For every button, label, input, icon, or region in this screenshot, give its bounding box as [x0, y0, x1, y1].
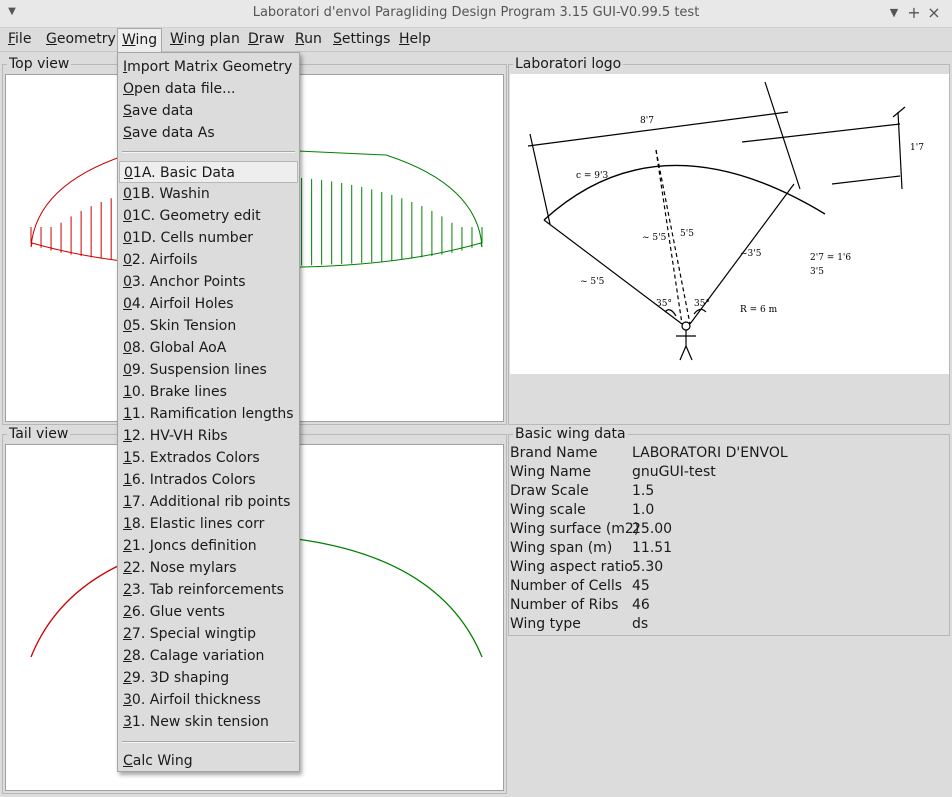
menu-item-12-hv-vh-ribs[interactable]: 12. HV-VH Ribs	[119, 425, 298, 447]
menu-item-21-joncs-definition[interactable]: 21. Joncs definition	[119, 535, 298, 557]
menu-item-save-data[interactable]: Save data	[119, 100, 298, 122]
menu-item-29-3d-shaping[interactable]: 29. 3D shaping	[119, 667, 298, 689]
menu-item-import-matrix-geometry[interactable]: Import Matrix Geometry	[119, 56, 298, 78]
data-row: Number of Cells 45	[510, 578, 650, 594]
close-icon[interactable]: ×	[924, 3, 944, 23]
menu-settings[interactable]: Settings	[329, 28, 394, 52]
menu-item-10-brake-lines[interactable]: 10. Brake lines	[119, 381, 298, 403]
menu-item-31-new-skin-tension[interactable]: 31. New skin tension	[119, 711, 298, 733]
menu-item-01a-basic-data[interactable]: 01A. Basic Data	[119, 161, 298, 183]
menu-run[interactable]: Run	[291, 28, 326, 52]
menu-item-calc-wing[interactable]: Calc Wing	[119, 750, 298, 772]
menu-item-11-ramification-lengths[interactable]: 11. Ramification lengths	[119, 403, 298, 425]
data-row: Wing surface (m2) 25.00	[510, 521, 673, 537]
menu-item-22-nose-mylars[interactable]: 22. Nose mylars	[119, 557, 298, 579]
menu-geometry[interactable]: Geometry	[42, 28, 120, 52]
menu-item-16-intrados-colors[interactable]: 16. Intrados Colors	[119, 469, 298, 491]
menu-item-03-anchor-points[interactable]: 03. Anchor Points	[119, 271, 298, 293]
logo-panel: Laboratori logo 8'7 c = 9'3 1'7 2'7 = 1'…	[508, 56, 950, 425]
menu-item-27-special-wingtip[interactable]: 27. Special wingtip	[119, 623, 298, 645]
title-bar: ▼ Laboratori d'envol Paragliding Design …	[0, 0, 952, 28]
menu-item-01c-geometry-edit[interactable]: 01C. Geometry edit	[119, 205, 298, 227]
menu-bar: File Geometry Wing Wing plan Draw Run Se…	[0, 28, 952, 52]
window-title: Laboratori d'envol Paragliding Design Pr…	[252, 5, 700, 20]
menu-help[interactable]: Help	[395, 28, 435, 52]
chevron-down-icon[interactable]: ▼	[884, 3, 904, 23]
logo-caption: Laboratori logo	[513, 56, 624, 72]
svg-text:8'7: 8'7	[640, 116, 654, 126]
data-row: Draw Scale 1.5	[510, 483, 655, 499]
data-row: Wing Name gnuGUI-test	[510, 464, 716, 480]
svg-text:35°: 35°	[656, 299, 672, 309]
menu-draw[interactable]: Draw	[244, 28, 289, 52]
data-row: Wing aspect ratio 5.30	[510, 559, 664, 575]
wing-dropdown-menu: Import Matrix Geometry Open data file...…	[117, 52, 300, 772]
menu-item-04-airfoil-holes[interactable]: 04. Airfoil Holes	[119, 293, 298, 315]
menu-item-17-additional-rib-points[interactable]: 17. Additional rib points	[119, 491, 298, 513]
svg-text:~ 5'5: ~ 5'5	[580, 277, 605, 287]
menu-item-18-elastic-lines-corr[interactable]: 18. Elastic lines corr	[119, 513, 298, 535]
basic-wing-data-caption: Basic wing data	[513, 426, 628, 442]
svg-text:R = 6 m: R = 6 m	[740, 305, 778, 315]
top-view-caption: Top view	[7, 56, 72, 72]
svg-text:1'7: 1'7	[910, 143, 924, 153]
svg-text:~3'5: ~3'5	[740, 249, 762, 259]
menu-wing-plan[interactable]: Wing plan	[166, 28, 244, 52]
logo-image: 8'7 c = 9'3 1'7 2'7 = 1'6 3'5 ~ 5'5 ~3'5…	[510, 74, 949, 374]
menu-item-30-airfoil-thickness[interactable]: 30. Airfoil thickness	[119, 689, 298, 711]
menu-item-02-airfoils[interactable]: 02. Airfoils	[119, 249, 298, 271]
data-row: Wing type ds	[510, 616, 649, 632]
svg-text:~ 5'5: ~ 5'5	[642, 233, 667, 243]
svg-text:3'5: 3'5	[810, 267, 824, 277]
menu-item-05-skin-tension[interactable]: 05. Skin Tension	[119, 315, 298, 337]
tail-view-caption: Tail view	[7, 426, 71, 442]
menu-item-01d-cells-number[interactable]: 01D. Cells number	[119, 227, 298, 249]
laboratori-logo-sketch: 8'7 c = 9'3 1'7 2'7 = 1'6 3'5 ~ 5'5 ~3'5…	[527, 81, 924, 361]
menu-item-23-tab-reinforcements[interactable]: 23. Tab reinforcements	[119, 579, 298, 601]
menu-wing[interactable]: Wing	[117, 28, 163, 52]
menu-item-09-suspension-lines[interactable]: 09. Suspension lines	[119, 359, 298, 381]
menu-item-08-global-aoa[interactable]: 08. Global AoA	[119, 337, 298, 359]
menu-item-15-extrados-colors[interactable]: 15. Extrados Colors	[119, 447, 298, 469]
basic-wing-data-table: Brand Name LABORATORI D'ENVOL Wing Name gn…	[509, 444, 949, 634]
svg-text:2'7 = 1'6: 2'7 = 1'6	[810, 253, 851, 263]
maximize-icon[interactable]: +	[904, 3, 924, 23]
svg-text:5'5: 5'5	[680, 229, 694, 239]
data-row: Brand Name LABORATORI D'ENVOL	[510, 445, 788, 461]
menu-item-save-data-as[interactable]: Save data As	[119, 122, 298, 144]
menu-separator	[122, 741, 295, 743]
menu-separator	[122, 151, 295, 153]
data-row: Wing scale 1.0	[510, 502, 655, 518]
menu-item-01b-washin[interactable]: 01B. Washin	[119, 183, 298, 205]
svg-text:35°: 35°	[694, 299, 710, 309]
data-row: Number of Ribs 46	[510, 597, 650, 613]
svg-text:c = 9'3: c = 9'3	[576, 171, 609, 181]
menu-file[interactable]: File	[4, 28, 35, 52]
data-row: Wing span (m) 11.51	[510, 540, 673, 556]
menu-item-open-data-file[interactable]: Open data file...	[119, 78, 298, 100]
menu-item-28-calage-variation[interactable]: 28. Calage variation	[119, 645, 298, 667]
menu-item-26-glue-vents[interactable]: 26. Glue vents	[119, 601, 298, 623]
